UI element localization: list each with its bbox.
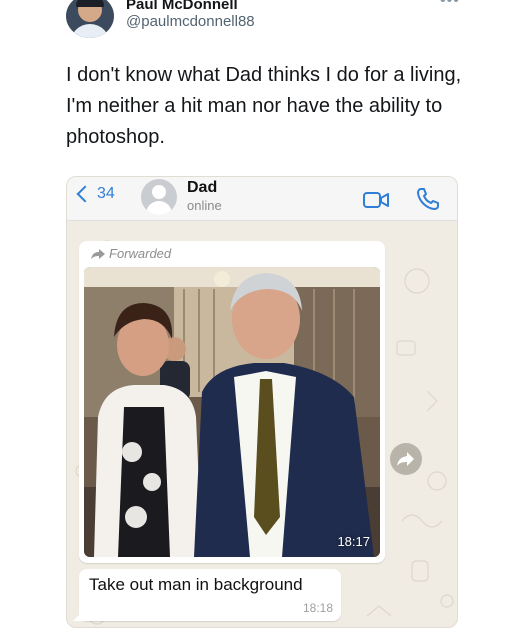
avatar-placeholder-body [146, 201, 172, 215]
share-arrow-icon [397, 452, 414, 466]
whatsapp-screenshot: 34 Dad online Forwarded 18:17 Take out m… [66, 176, 458, 628]
back-button[interactable]: 34 [73, 185, 115, 203]
forward-share-button[interactable] [390, 443, 422, 475]
message-text: Take out man in background [89, 575, 303, 594]
phone-call-icon[interactable] [415, 186, 441, 212]
author-handle[interactable]: @paulmcdonnell88 [126, 13, 255, 30]
video-call-icon[interactable] [363, 191, 389, 209]
chat-header: 34 Dad online [67, 177, 457, 221]
author-name[interactable]: Paul McDonnell [126, 0, 238, 13]
contact-name[interactable]: Dad [187, 179, 217, 197]
photo-timestamp: 18:17 [337, 534, 370, 549]
message-timestamp: 18:18 [302, 601, 333, 615]
forwarded-label: Forwarded [109, 246, 172, 261]
contact-avatar[interactable] [141, 179, 177, 215]
avatar-placeholder-head [152, 185, 166, 199]
avatar-cap [76, 0, 104, 7]
forwarded-indicator: Forwarded [91, 246, 171, 261]
chat-body: Forwarded 18:17 Take out man in backgrou… [67, 221, 457, 627]
more-dots-icon[interactable]: ••• [440, 0, 460, 10]
photo-message[interactable]: Forwarded 18:17 [79, 241, 385, 563]
photo-scene [84, 267, 380, 557]
forward-arrow-icon [91, 248, 105, 259]
chevron-left-icon [76, 185, 94, 203]
text-message[interactable]: Take out man in background 18:18 [73, 569, 341, 621]
tweet-header: Paul McDonnell @paulmcdonnell88 ••• [66, 0, 506, 40]
unread-count: 34 [97, 185, 115, 202]
chandelier [214, 271, 230, 287]
contact-status: online [187, 198, 222, 213]
avatar-shirt [70, 24, 110, 38]
photo-image[interactable]: 18:17 [84, 267, 380, 557]
author-avatar[interactable] [66, 0, 114, 38]
tweet-text: I don't know what Dad thinks I do for a … [66, 64, 462, 148]
